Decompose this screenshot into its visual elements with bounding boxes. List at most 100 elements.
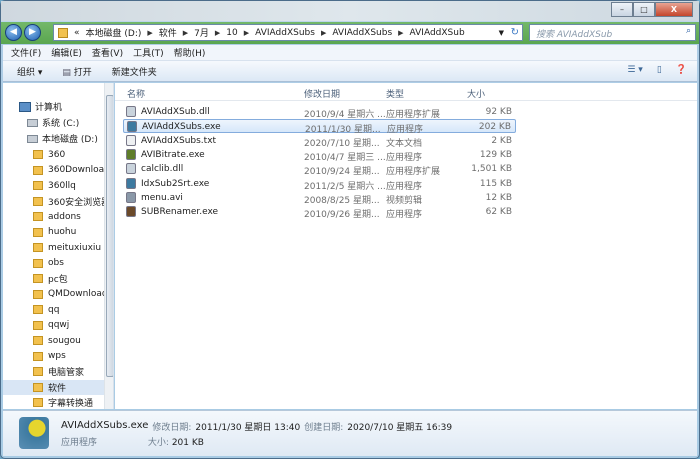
menu-bar: 文件(F) 编辑(E) 查看(V) 工具(T) 帮助(H) xyxy=(3,45,697,61)
close-button[interactable]: X xyxy=(655,2,693,17)
column-name[interactable]: 名称 xyxy=(127,87,145,100)
explorer-window: – □ X ◀ ▶ « 本地磁盘 (D:) ▶ 软件 ▶ 7月 ▶ 10 ▶ AVIAddXSu… xyxy=(0,0,700,459)
sidebar-item-label: obs xyxy=(48,258,64,268)
dll-file-icon xyxy=(126,163,136,175)
breadcrumb-item[interactable]: AVIAddXSubs xyxy=(332,28,392,38)
view-options-icon[interactable]: ☰ ▾ xyxy=(627,65,642,75)
open-button[interactable]: ▤ 打开 xyxy=(62,65,91,78)
file-row[interactable]: AVIAddXSubs.exe 2011/1/30 星期... 应用程序 202 KB xyxy=(123,119,516,135)
sidebar-item-folder[interactable]: 360安全浏览器 xyxy=(3,194,104,209)
refresh-icon[interactable]: ↻ xyxy=(511,27,519,38)
dll-file-icon xyxy=(126,106,136,117)
sidebar-item-computer[interactable]: 计算机 xyxy=(3,99,104,114)
folder-icon xyxy=(33,382,43,392)
back-button[interactable]: ◀ xyxy=(5,24,22,41)
sidebar-item-folder[interactable]: qq xyxy=(3,302,104,317)
chevron-down-icon[interactable]: ▼ xyxy=(499,29,504,37)
sidebar-item-label: huohu xyxy=(48,227,77,237)
sidebar-item-label: 360 xyxy=(48,149,66,160)
sidebar-item-label: 360llq xyxy=(48,180,76,191)
size-value: 201 KB xyxy=(171,438,204,448)
sidebar-item-folder[interactable]: sougou xyxy=(3,333,104,348)
file-row[interactable]: AVIBitrate.exe 2010/4/7 星期三 ... 应用程序 129 KB xyxy=(123,148,516,163)
created-label: 创建日期: xyxy=(304,423,344,433)
sidebar-item-folder[interactable]: 字幕转换通 xyxy=(3,395,104,409)
chevron-right-icon[interactable]: ▶ xyxy=(398,29,403,37)
sidebar-item-folder[interactable]: 360Download xyxy=(3,163,104,178)
navigation-bar: ◀ ▶ « 本地磁盘 (D:) ▶ 软件 ▶ 7月 ▶ 10 ▶ AVIAddXSubs ▶ AVI… xyxy=(1,22,699,44)
breadcrumb-item[interactable]: 软件 xyxy=(159,26,177,39)
scrollbar-thumb[interactable] xyxy=(106,95,113,377)
search-icon[interactable]: ⌕ xyxy=(686,26,691,36)
file-row[interactable]: menu.avi 2008/8/25 星期... 视频剪辑 12 KB xyxy=(123,191,516,206)
sidebar-item-folder[interactable]: obs xyxy=(3,256,104,271)
maximize-button[interactable]: □ xyxy=(633,2,655,17)
folder-icon xyxy=(33,227,43,237)
file-size: 92 KB xyxy=(485,107,512,117)
sidebar-item-label: addons xyxy=(48,211,81,222)
folder-icon xyxy=(33,150,43,159)
file-name: calclib.dll xyxy=(141,164,184,175)
file-name: SUBRenamer.exe xyxy=(141,207,219,218)
organize-button[interactable]: 组织 ▾ xyxy=(17,65,42,78)
file-row[interactable]: SUBRenamer.exe 2010/9/26 星期... 应用程序 62 KB xyxy=(123,205,516,221)
chevron-right-icon[interactable]: ▶ xyxy=(183,29,188,37)
chevron-right-icon[interactable]: ▶ xyxy=(321,29,326,37)
column-type[interactable]: 类型 xyxy=(386,87,404,100)
sidebar-item-folder[interactable]: 360llq xyxy=(3,178,104,193)
sidebar-item-folder[interactable]: addons xyxy=(3,209,104,224)
file-type: 文本文档 xyxy=(386,138,423,149)
title-bar: – □ X xyxy=(1,1,699,21)
file-row[interactable]: calclib.dll 2010/9/24 星期... 应用程序扩展 1,501 KB xyxy=(123,162,516,178)
column-size[interactable]: 大小 xyxy=(467,87,485,100)
sidebar-item-folder[interactable]: wps xyxy=(3,349,104,364)
sidebar-item-label: 本地磁盘 (D:) xyxy=(42,135,98,145)
breadcrumb-item[interactable]: 10 xyxy=(226,28,237,38)
chevron-right-icon[interactable]: ▶ xyxy=(244,29,249,37)
sidebar-item-folder[interactable]: meituxiuxiu xyxy=(3,240,104,255)
search-placeholder: 搜索 AVIAddXSub xyxy=(536,30,613,40)
preview-pane-icon[interactable]: ▯ xyxy=(657,65,662,75)
sidebar-item-folder[interactable]: 360 xyxy=(3,147,104,162)
file-row[interactable]: AVIAddXSubs.txt 2020/7/10 星期... 文本文档 2 KB xyxy=(123,134,516,149)
sidebar-item-folder[interactable]: 软件 xyxy=(3,379,104,395)
search-input[interactable]: 搜索 AVIAddXSub ⌕ xyxy=(529,24,696,41)
menu-item[interactable]: 帮助(H) xyxy=(174,46,206,59)
file-date: 2008/8/25 星期... xyxy=(304,195,380,206)
file-row[interactable]: IdxSub2Srt.exe 2011/2/5 星期六 ... 应用程序 115 KB xyxy=(123,177,516,192)
forward-button[interactable]: ▶ xyxy=(24,24,41,41)
breadcrumb-item[interactable]: AVIAddXSub xyxy=(410,28,465,38)
sidebar-item-folder[interactable]: pc包 xyxy=(3,271,104,286)
address-bar[interactable]: « 本地磁盘 (D:) ▶ 软件 ▶ 7月 ▶ 10 ▶ AVIAddXSubs ▶ AVIAddX… xyxy=(53,24,523,41)
breadcrumb-item[interactable]: 本地磁盘 (D:) xyxy=(86,26,142,39)
chevron-right-icon[interactable]: ▶ xyxy=(147,29,152,37)
breadcrumb-item[interactable]: AVIAddXSubs xyxy=(255,28,315,38)
sidebar-item-label: 软件 xyxy=(48,383,67,394)
modified-label: 修改日期: xyxy=(152,423,192,433)
breadcrumb-overflow[interactable]: « xyxy=(74,28,80,38)
sidebar-item-folder[interactable]: huohu xyxy=(3,225,104,240)
file-type: 应用程序扩展 xyxy=(386,167,441,178)
menu-item[interactable]: 工具(T) xyxy=(133,46,164,59)
new-folder-button[interactable]: 新建文件夹 xyxy=(112,65,157,78)
sidebar-item-drive[interactable]: 本地磁盘 (D:) xyxy=(3,131,104,146)
folder-icon xyxy=(33,181,43,190)
sidebar-scrollbar[interactable] xyxy=(104,83,113,409)
minimize-button[interactable]: – xyxy=(611,2,633,17)
sidebar-item-drive[interactable]: 系统 (C:) xyxy=(3,115,104,130)
column-date[interactable]: 修改日期 xyxy=(304,87,340,100)
sidebar-item-folder[interactable]: QMDownload xyxy=(3,287,104,302)
sidebar-item-folder[interactable]: 电脑管家 xyxy=(3,364,104,379)
sidebar-item-folder[interactable]: qqwj xyxy=(3,318,104,333)
menu-item[interactable]: 查看(V) xyxy=(92,46,123,59)
file-name: menu.avi xyxy=(141,192,183,203)
chevron-right-icon[interactable]: ▶ xyxy=(215,29,220,37)
file-type: 应用程序 xyxy=(386,210,423,221)
menu-item[interactable]: 编辑(E) xyxy=(51,46,82,59)
help-icon[interactable]: ❓ xyxy=(676,65,687,75)
drive-icon xyxy=(27,134,38,143)
file-row[interactable]: AVIAddXSub.dll 2010/9/4 星期六 ... 应用程序扩展 92 K… xyxy=(123,105,516,120)
menu-item[interactable]: 文件(F) xyxy=(11,46,41,59)
folder-icon xyxy=(58,27,68,38)
breadcrumb-item[interactable]: 7月 xyxy=(194,26,209,39)
